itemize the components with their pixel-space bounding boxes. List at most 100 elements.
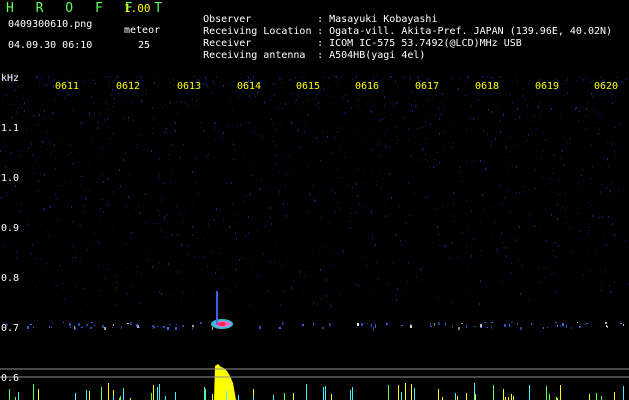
noise-dot (579, 77, 580, 78)
noise-dot (404, 117, 405, 119)
noise-dot (26, 129, 27, 130)
noise-dot (473, 118, 474, 120)
noise-dot (254, 131, 255, 133)
noise-dot (33, 282, 34, 284)
noise-dot (252, 269, 253, 270)
noise-dot (509, 137, 510, 139)
noise-dot (480, 280, 481, 282)
noise-dot (362, 140, 363, 142)
noise-dot (192, 234, 193, 236)
noise-dot (173, 294, 174, 296)
noise-dot (290, 187, 291, 188)
noise-dot (405, 288, 406, 289)
noise-dot (36, 161, 37, 163)
noise-dot (612, 142, 613, 144)
noise-dot (460, 305, 461, 306)
noise-dot (610, 190, 611, 192)
power-spike (455, 393, 456, 400)
band-dot (94, 325, 96, 326)
band-dot (136, 324, 138, 327)
noise-dot (314, 200, 315, 202)
noise-dot (330, 234, 331, 236)
band-dot (509, 324, 510, 327)
noise-dot (503, 112, 504, 114)
noise-dot (30, 117, 31, 119)
noise-dot (501, 122, 502, 123)
noise-dot (357, 169, 358, 171)
noise-dot (421, 159, 422, 161)
y-tick-1.1: 1.1 (1, 123, 20, 134)
noise-dot (348, 269, 349, 270)
noise-dot (49, 205, 50, 207)
noise-dot (52, 155, 53, 156)
power-spike (511, 394, 512, 400)
noise-dot (196, 158, 197, 160)
noise-dot (556, 256, 557, 257)
noise-dot (274, 189, 275, 190)
noise-dot (161, 295, 162, 296)
noise-dot (382, 118, 383, 120)
band-dot (577, 322, 578, 323)
noise-dot (60, 185, 61, 187)
noise-dot (488, 180, 489, 181)
noise-dot (143, 149, 144, 150)
power-spike (273, 395, 274, 400)
noise-dot (405, 222, 406, 224)
noise-dot (313, 198, 314, 200)
noise-dot (66, 106, 67, 108)
noise-dot (326, 94, 327, 95)
noise-dot (101, 98, 102, 99)
noise-dot (84, 188, 85, 189)
noise-dot (371, 106, 372, 107)
noise-dot (78, 225, 79, 226)
noise-dot (46, 265, 47, 267)
noise-dot (339, 177, 340, 178)
noise-dot (313, 184, 314, 185)
noise-dot (172, 144, 173, 146)
noise-dot (55, 99, 56, 100)
noise-dot (5, 166, 6, 168)
noise-dot (382, 90, 383, 91)
noise-dot (81, 259, 82, 260)
noise-dot (500, 81, 501, 82)
noise-dot (585, 128, 586, 130)
noise-dot (271, 223, 272, 225)
noise-dot (362, 292, 363, 293)
noise-dot (555, 291, 556, 293)
noise-dot (519, 192, 520, 194)
noise-dot (142, 245, 143, 246)
noise-dot (351, 213, 352, 214)
noise-dot (53, 112, 54, 114)
noise-dot (16, 257, 17, 259)
noise-dot (271, 119, 272, 120)
noise-dot (129, 174, 130, 175)
noise-dot (234, 214, 235, 216)
noise-dot (72, 257, 73, 259)
noise-dot (535, 169, 536, 171)
noise-dot (230, 103, 231, 104)
noise-dot (76, 285, 77, 287)
noise-dot (87, 249, 88, 251)
noise-dot (159, 262, 160, 264)
noise-dot (408, 182, 409, 184)
meteor-count: 25 (138, 40, 151, 51)
noise-dot (40, 259, 41, 260)
noise-dot (92, 141, 93, 143)
noise-dot (38, 180, 39, 182)
noise-dot (39, 114, 40, 116)
noise-dot (102, 175, 103, 176)
noise-dot (272, 141, 273, 142)
noise-dot (159, 215, 160, 216)
noise-dot (555, 156, 556, 157)
power-spike (589, 394, 590, 400)
noise-dot (340, 148, 341, 150)
noise-dot (374, 132, 375, 133)
noise-dot (57, 295, 58, 296)
noise-dot (278, 107, 279, 108)
band-dot (139, 327, 140, 328)
noise-dot (505, 122, 506, 123)
noise-dot (291, 121, 292, 123)
noise-dot (75, 248, 76, 249)
noise-dot (402, 302, 403, 303)
noise-dot (410, 281, 411, 282)
